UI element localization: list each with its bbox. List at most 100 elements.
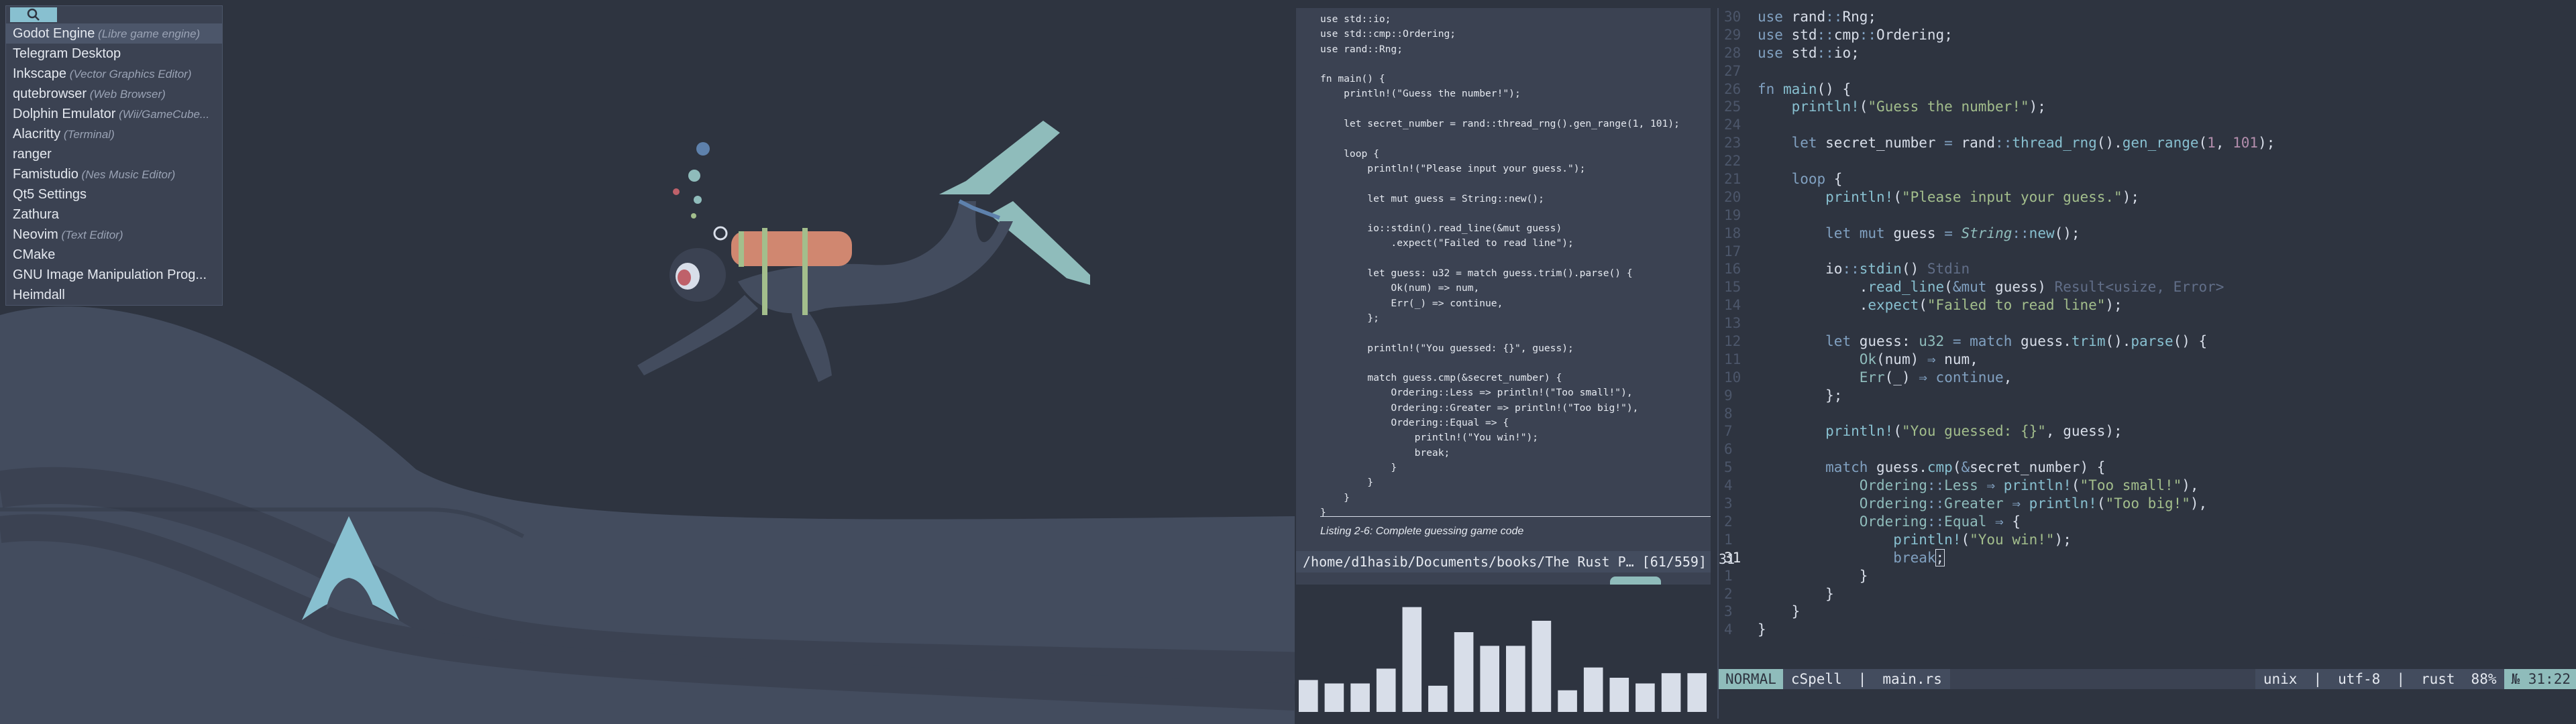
code-line[interactable]: 1 println!("You win!"); — [1724, 531, 2576, 549]
launcher-item[interactable]: Dolphin Emulator (Wii/GameCube... — [6, 104, 222, 124]
visualizer-bar — [1687, 673, 1707, 712]
launcher-item[interactable]: ranger — [6, 144, 222, 164]
code-line[interactable]: 29 use std::cmp::Ordering; — [1724, 26, 2576, 44]
code-line[interactable]: 14 .expect("Failed to read line"); — [1724, 296, 2576, 314]
line-number: 14 — [1724, 297, 1741, 314]
code-line[interactable]: 2 Ordering::Equal ⇒ { — [1724, 513, 2576, 531]
line-text: loop { — [1791, 171, 1843, 188]
visualizer-bar — [1428, 685, 1448, 712]
code-line[interactable]: 13 — [1724, 314, 2576, 333]
filetype: rust — [2412, 669, 2463, 689]
launcher-item[interactable]: Inkscape (Vector Graphics Editor) — [6, 64, 222, 84]
listing-caption: Listing 2-6: Complete guessing game code — [1320, 526, 1524, 537]
app-name: Famistudio — [13, 167, 78, 182]
launcher-item[interactable]: Neovim (Text Editor) — [6, 225, 222, 245]
launcher-item[interactable]: Qt5 Settings — [6, 184, 222, 204]
code-line[interactable]: 2 } — [1724, 585, 2576, 603]
line-number: 24 — [1724, 117, 1741, 133]
app-description: (Wii/GameCube... — [115, 108, 210, 121]
code-line[interactable]: 19 — [1724, 206, 2576, 225]
code-line[interactable]: 7 println!("You guessed: {}", guess); — [1724, 422, 2576, 440]
line-text: Err(_) ⇒ continue, — [1859, 369, 2012, 385]
app-name: qutebrowser — [13, 86, 87, 101]
editor-buffer[interactable]: 30 use rand::Rng; 29 use std::cmp::Ordering… — [1724, 8, 2576, 639]
code-line[interactable]: 11 Ok(num) ⇒ num, — [1724, 351, 2576, 369]
line-text: .expect("Failed to read line"); — [1758, 297, 2123, 314]
line-text: io::stdin() Stdin — [1758, 261, 1970, 278]
neovim-editor[interactable]: 30 use rand::Rng; 29 use std::cmp::Ordering… — [1717, 8, 2576, 719]
line-text: let secret_number = rand::thread_rng().g… — [1791, 135, 2275, 152]
code-line[interactable]: 25 println!("Guess the number!"); — [1724, 98, 2576, 116]
line-text: println!("You guessed: {}", guess); — [1825, 423, 2123, 440]
line-number: 26 — [1724, 80, 1741, 97]
code-line[interactable]: 4} — [1724, 621, 2576, 639]
code-line[interactable]: 3 Ordering::Greater ⇒ println!("Too big!… — [1724, 495, 2576, 513]
line-number: 9 — [1724, 387, 1733, 404]
line-number: 8 — [1724, 405, 1733, 422]
line-text: } — [1758, 603, 1801, 620]
app-name: CMake — [13, 247, 56, 262]
launcher-item[interactable]: CMake — [6, 245, 222, 265]
search-icon[interactable] — [10, 7, 57, 22]
line-text: use std::cmp::Ordering; — [1758, 26, 1953, 43]
code-line[interactable]: 12 let guess: u32 = match guess.trim().p… — [1724, 333, 2576, 351]
visualizer-bar — [1609, 678, 1629, 712]
line-number: 3 — [1724, 495, 1733, 512]
launcher-item[interactable]: Heimdall — [6, 285, 222, 305]
code-line[interactable]: 9 }; — [1724, 387, 2576, 405]
code-line[interactable]: 20 println!("Please input your guess."); — [1724, 188, 2576, 206]
line-text: break; — [1893, 548, 1945, 566]
app-name: Inkscape — [13, 66, 67, 81]
launcher-item[interactable]: GNU Image Manipulation Prog... — [6, 265, 222, 285]
line-text: println!("Guess the number!"); — [1791, 99, 2046, 115]
code-line[interactable]: 17 — [1724, 243, 2576, 261]
code-line[interactable]: 21 loop { — [1724, 170, 2576, 188]
launcher-item[interactable]: Godot Engine (Libre game engine) — [6, 23, 222, 44]
launcher-item[interactable]: qutebrowser (Web Browser) — [6, 84, 222, 104]
app-name: Telegram Desktop — [13, 46, 121, 61]
line-text: use rand::Rng; — [1758, 9, 1877, 25]
code-line[interactable]: 27 — [1724, 62, 2576, 80]
line-number: 22 — [1724, 153, 1741, 170]
line-text: } — [1758, 621, 1766, 638]
launcher-item[interactable]: Alacritty (Terminal) — [6, 124, 222, 144]
line-number: 30 — [1724, 9, 1741, 25]
line-number: 2 — [1724, 513, 1733, 530]
scroll-percent: 88% — [2463, 669, 2505, 689]
code-line[interactable]: 26 fn main() { — [1724, 80, 2576, 99]
code-line[interactable]: 15 .read_line(&mut guess) Result<usize, … — [1724, 278, 2576, 296]
caption-divider — [1320, 516, 1711, 517]
line-number: 17 — [1724, 243, 1741, 259]
code-line[interactable]: 28 use std::io; — [1724, 44, 2576, 62]
code-line[interactable]: 31 break; — [1724, 548, 2576, 567]
code-line[interactable]: 8 — [1724, 405, 2576, 423]
code-line[interactable]: 10 Err(_) ⇒ continue, — [1724, 369, 2576, 387]
code-line[interactable]: 6 — [1724, 440, 2576, 459]
pdf-viewer-panel: use std::io; use std::cmp::Ordering; use… — [1296, 8, 1711, 719]
code-line[interactable]: 5 match guess.cmp(&secret_number) { — [1724, 459, 2576, 477]
launcher-item[interactable]: Famistudio (Nes Music Editor) — [6, 164, 222, 184]
line-text: fn main() { — [1758, 80, 1851, 97]
line-text: println!("You win!"); — [1893, 531, 2072, 548]
line-number: 21 — [1724, 171, 1741, 188]
document-code-listing: use std::io; use std::cmp::Ordering; use… — [1320, 13, 1680, 518]
code-line[interactable]: 30 use rand::Rng; — [1724, 8, 2576, 26]
tab-marker — [1610, 577, 1661, 585]
line-text: println!("Please input your guess."); — [1825, 188, 2139, 205]
code-line[interactable]: 4 Ordering::Less ⇒ println!("Too small!"… — [1724, 477, 2576, 495]
app-name: ranger — [13, 147, 52, 162]
launcher-search-bar[interactable] — [6, 6, 222, 23]
code-line[interactable]: 18 let mut guess = String::new(); — [1724, 225, 2576, 243]
launcher-item[interactable]: Telegram Desktop — [6, 44, 222, 64]
code-line[interactable]: 1 } — [1724, 567, 2576, 585]
line-number: 7 — [1724, 423, 1733, 440]
code-line[interactable]: 3 } — [1724, 603, 2576, 621]
app-name: Godot Engine — [13, 26, 95, 41]
code-line[interactable]: 22 — [1724, 152, 2576, 170]
line-text: let guess: u32 = match guess.trim().pars… — [1825, 333, 2208, 350]
encoding: utf-8 — [2330, 669, 2389, 689]
code-line[interactable]: 24 — [1724, 116, 2576, 134]
launcher-item[interactable]: Zathura — [6, 204, 222, 225]
code-line[interactable]: 16 io::stdin() Stdin — [1724, 260, 2576, 278]
code-line[interactable]: 23 let secret_number = rand::thread_rng(… — [1724, 134, 2576, 152]
